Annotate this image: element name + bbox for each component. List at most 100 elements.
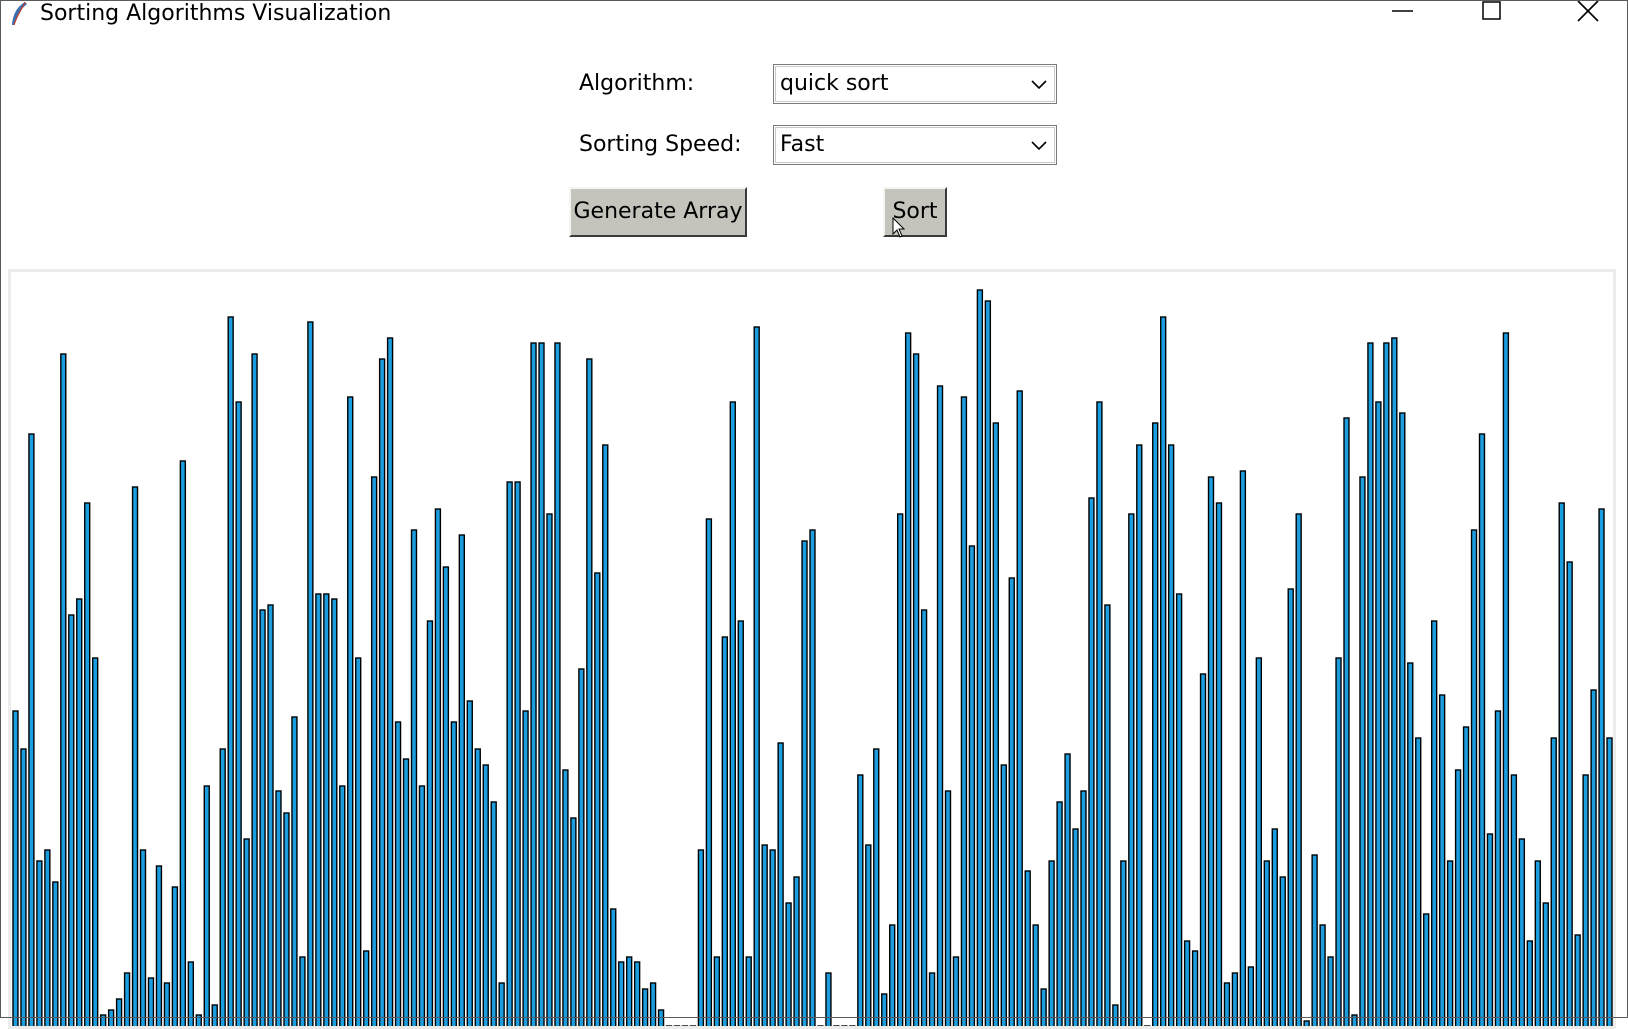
array-bar — [546, 513, 553, 1026]
array-bar — [1287, 588, 1294, 1026]
array-bar — [1590, 689, 1597, 1026]
array-bar — [410, 529, 418, 1026]
array-bar — [1375, 401, 1382, 1026]
array-bar — [1582, 774, 1589, 1026]
array-bar — [267, 604, 274, 1026]
visualization-canvas — [8, 269, 1616, 1029]
array-bar — [801, 540, 808, 1026]
array-bar — [793, 876, 800, 1026]
array-bar — [458, 534, 465, 1026]
array-bar — [1558, 502, 1565, 1026]
array-bar — [889, 924, 896, 1026]
array-bar — [626, 956, 633, 1026]
array-bar — [904, 332, 912, 1026]
close-button[interactable] — [1566, 0, 1612, 28]
array-bar — [825, 972, 832, 1026]
array-bar — [1096, 401, 1103, 1026]
array-bar — [1423, 913, 1430, 1026]
array-bar — [649, 982, 657, 1026]
array-bar — [586, 358, 593, 1026]
array-bar — [1104, 604, 1111, 1026]
array-bar — [291, 716, 298, 1026]
array-bar — [1430, 620, 1438, 1026]
array-bar — [761, 844, 768, 1026]
array-bar — [992, 422, 1000, 1026]
array-bar — [1367, 342, 1374, 1026]
array-bar — [187, 961, 195, 1026]
array-bar — [139, 849, 147, 1026]
array-bar — [1407, 662, 1414, 1026]
array-bar — [84, 502, 91, 1026]
array-bar — [1486, 833, 1494, 1026]
speed-select[interactable]: Fast — [773, 125, 1057, 165]
window-title: Sorting Algorithms Visualization — [40, 1, 392, 26]
array-bar — [1454, 769, 1462, 1026]
array-bar — [881, 993, 888, 1026]
algorithm-select[interactable]: quick sort — [773, 64, 1057, 104]
array-bar — [769, 849, 776, 1026]
array-bar — [522, 710, 529, 1026]
mouse-cursor-icon — [892, 217, 906, 238]
array-bar — [474, 748, 481, 1026]
array-bar — [1534, 860, 1541, 1026]
array-bar — [1391, 337, 1398, 1026]
array-bar — [331, 598, 338, 1026]
maximize-icon — [1482, 1, 1501, 20]
generate-array-button[interactable]: Generate Array — [569, 187, 747, 237]
speed-select-value: Fast — [780, 132, 825, 157]
array-bar — [1128, 513, 1135, 1026]
array-bar — [976, 289, 984, 1026]
algorithm-select-value: quick sort — [780, 71, 889, 96]
array-bar — [1510, 774, 1518, 1026]
title-bar: Sorting Algorithms Visualization — [0, 0, 1628, 30]
array-bar — [227, 316, 234, 1026]
array-bar — [1446, 860, 1454, 1026]
array-bar — [36, 860, 43, 1026]
close-icon — [1577, 0, 1599, 22]
array-bar — [506, 481, 513, 1026]
array-bar — [618, 961, 625, 1026]
array-bar — [1478, 433, 1486, 1026]
array-bar — [570, 817, 577, 1026]
array-bar — [920, 609, 928, 1026]
array-bar — [896, 513, 904, 1026]
minimize-button[interactable] — [1380, 0, 1426, 28]
array-bar — [1040, 988, 1047, 1026]
array-bar — [1191, 950, 1199, 1026]
array-bar — [1112, 1004, 1119, 1026]
array-bar — [123, 972, 131, 1026]
chevron-down-icon[interactable] — [1028, 75, 1050, 93]
array-bar — [1279, 876, 1286, 1026]
array-bar — [1016, 390, 1023, 1026]
array-bar — [394, 721, 402, 1026]
array-bar — [944, 790, 952, 1026]
array-bar — [434, 508, 442, 1026]
array-bar — [418, 785, 426, 1026]
maximize-button[interactable] — [1470, 0, 1516, 28]
feather-icon — [12, 1, 27, 26]
array-bar — [1438, 694, 1446, 1026]
array-bar — [1319, 924, 1326, 1026]
array-bar — [1271, 828, 1278, 1026]
array-bar — [721, 636, 729, 1026]
array-bar — [594, 572, 601, 1026]
array-bar — [1080, 790, 1087, 1026]
array-bar — [243, 838, 250, 1026]
array-bar — [936, 385, 944, 1026]
array-bar — [1136, 444, 1143, 1026]
array-bar — [1502, 332, 1510, 1026]
array-bar — [235, 401, 242, 1026]
array-bar — [219, 748, 226, 1026]
array-bar — [179, 460, 187, 1026]
array-bar — [1159, 316, 1167, 1026]
array-bar — [1303, 1020, 1310, 1026]
array-bar — [1247, 966, 1255, 1026]
array-bar — [251, 353, 258, 1026]
array-bar — [498, 982, 505, 1026]
array-bar — [1000, 764, 1007, 1026]
array-bar — [984, 300, 992, 1026]
array-bar — [1008, 577, 1015, 1026]
array-bar — [1351, 1014, 1358, 1026]
chevron-down-icon[interactable] — [1028, 136, 1050, 154]
array-bar — [195, 1014, 202, 1026]
